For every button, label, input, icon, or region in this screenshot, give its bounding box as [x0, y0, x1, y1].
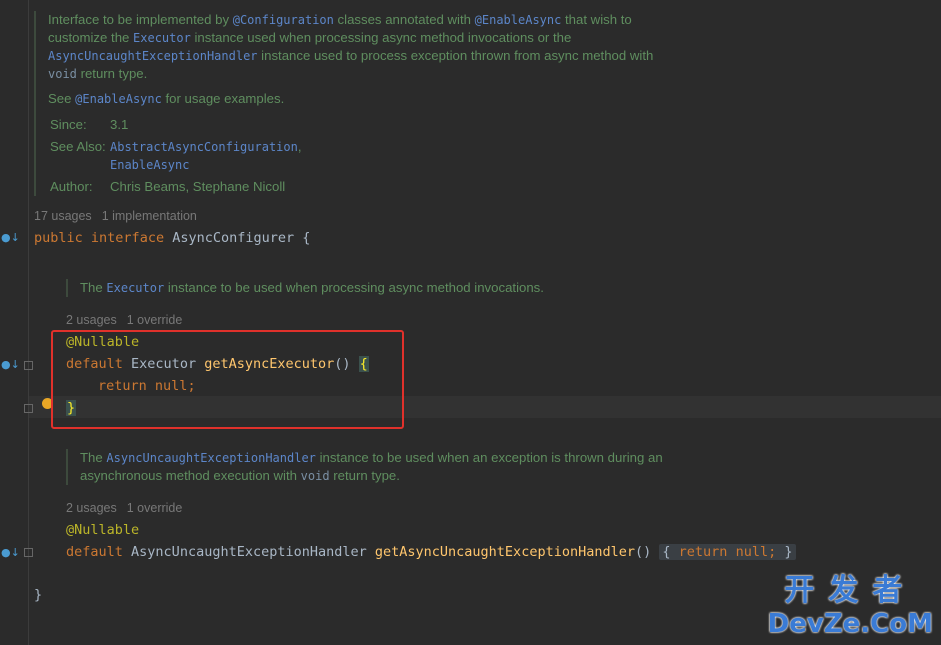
- interface-declaration: public interface AsyncConfigurer {: [34, 230, 311, 246]
- interface-usages-hint[interactable]: 17 usages 1 implementation: [34, 209, 207, 223]
- method2-signature: default AsyncUncaughtExceptionHandler ge…: [66, 541, 796, 563]
- folded-body[interactable]: { return null; }: [659, 544, 796, 560]
- method2-usages-hint[interactable]: 2 usages 1 override: [66, 501, 192, 515]
- fold-marker-2[interactable]: [24, 548, 33, 557]
- doc-link-enableasync-2[interactable]: @EnableAsync: [75, 92, 162, 106]
- method1-usages-hint[interactable]: 2 usages 1 override: [66, 313, 192, 327]
- doc-link-handler[interactable]: AsyncUncaughtExceptionHandler: [48, 49, 258, 63]
- fold-marker[interactable]: [24, 361, 33, 370]
- implemented-icon[interactable]: ●↓: [1, 231, 20, 244]
- overriding-icon-2[interactable]: ●↓: [1, 546, 20, 559]
- fold-marker-end[interactable]: [24, 404, 33, 413]
- see-also-link-1[interactable]: AbstractAsyncConfiguration: [110, 140, 298, 154]
- doc-link-configuration[interactable]: @Configuration: [233, 13, 334, 27]
- interface-close: }: [34, 587, 43, 603]
- overriding-icon[interactable]: ●↓: [1, 358, 20, 371]
- doc-link-executor[interactable]: Executor: [133, 31, 191, 45]
- handler-javadoc: The AsyncUncaughtExceptionHandler instan…: [66, 449, 663, 485]
- see-also-link-2[interactable]: EnableAsync: [110, 158, 189, 172]
- watermark-logo: 开发者 DevZe.CoM: [767, 573, 933, 639]
- highlight-box: [51, 330, 404, 429]
- doc-link-executor-2[interactable]: Executor: [106, 281, 164, 295]
- executor-javadoc: The Executor instance to be used when pr…: [66, 279, 544, 297]
- doc-link-handler-2[interactable]: AsyncUncaughtExceptionHandler: [106, 451, 316, 465]
- class-javadoc: Interface to be implemented by @Configur…: [34, 11, 708, 196]
- method2-annotation: @Nullable: [66, 522, 140, 538]
- doc-link-enableasync[interactable]: @EnableAsync: [475, 13, 562, 27]
